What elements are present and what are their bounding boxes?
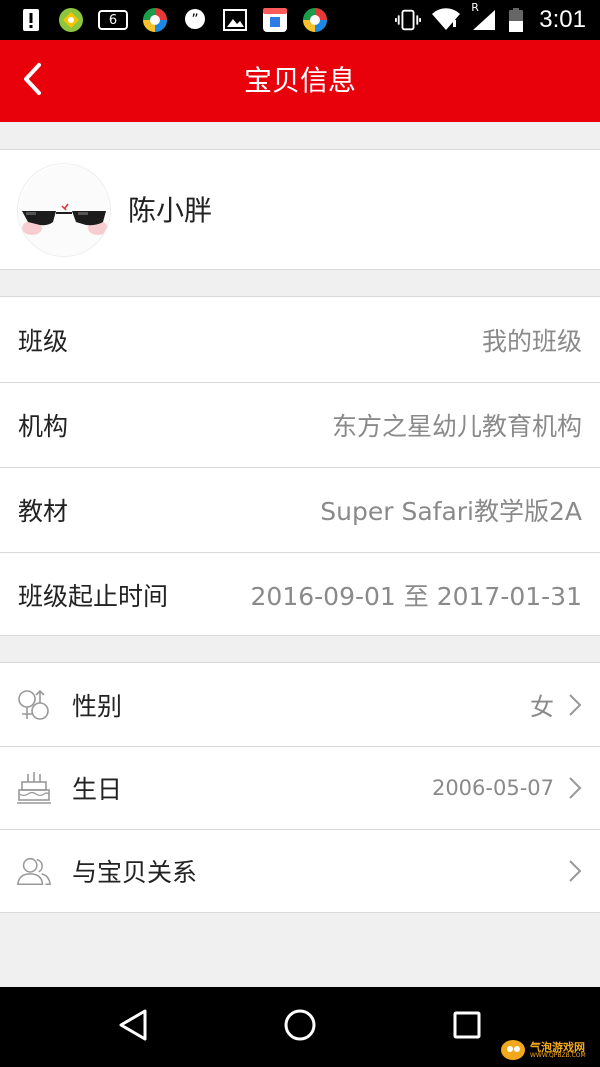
avatar[interactable]: [17, 163, 111, 257]
wifi-icon: [431, 7, 461, 33]
birthday-row[interactable]: 生日 2006-05-07: [0, 746, 600, 829]
profile-card: 陈小胖: [0, 149, 600, 270]
nav-recents-button[interactable]: [445, 1005, 489, 1049]
baby-name: 陈小胖: [128, 194, 213, 227]
info-label: 班级起止时间: [18, 582, 169, 611]
info-row-textbook: 教材 Super Safari教学版2A: [0, 467, 600, 552]
chevron-right-icon: [568, 693, 582, 717]
gender-label: 性别: [72, 691, 123, 721]
info-value: 2016-09-01 至 2017-01-31: [250, 582, 582, 611]
gender-icon: [16, 687, 52, 723]
class-info-section: 班级 我的班级 机构 东方之星幼儿教育机构 教材 Super Safari教学版…: [0, 296, 600, 636]
svg-text:”: ”: [191, 12, 198, 28]
app-icon-green: [58, 7, 84, 33]
status-bar: 6 ” R 3:01: [0, 0, 600, 40]
status-time: 3:01: [539, 6, 586, 33]
info-label: 教材: [18, 497, 69, 526]
app-icon-store: [262, 7, 288, 33]
recents-square-icon: [452, 1010, 482, 1044]
chevron-right-icon: [568, 776, 582, 800]
info-label: 机构: [18, 412, 69, 441]
info-row-class: 班级 我的班级: [0, 297, 600, 382]
vibrate-icon: [395, 7, 422, 33]
chevron-right-icon: [568, 859, 582, 883]
watermark-text: 气泡游戏网: [530, 1040, 585, 1054]
info-label: 班级: [18, 326, 69, 356]
info-value: 东方之星幼儿教育机构: [331, 412, 582, 441]
watermark: 气泡游戏网 WWW.QPBZB.COM: [500, 1035, 596, 1065]
notification-badge-count: 6: [108, 12, 118, 28]
info-value: 我的班级: [481, 326, 582, 356]
birthday-value: 2006-05-07: [431, 776, 554, 800]
battery-icon: [507, 7, 525, 33]
nav-back-button[interactable]: [111, 1005, 155, 1049]
info-row-class-period: 班级起止时间 2016-09-01 至 2017-01-31: [0, 552, 600, 637]
signal-icon: R: [471, 1, 497, 33]
gender-row[interactable]: 性别 女: [0, 663, 600, 746]
info-value: Super Safari教学版2A: [320, 497, 582, 526]
gender-value: 女: [530, 693, 554, 721]
app-icon-color-2: [302, 7, 328, 33]
chat-icon: ”: [182, 7, 208, 33]
back-triangle-icon: [118, 1008, 148, 1046]
system-nav-bar: 气泡游戏网 WWW.QPBZB.COM: [0, 987, 600, 1067]
watermark-logo-icon: [501, 1040, 525, 1060]
birthday-cake-icon: [16, 770, 52, 806]
image-icon: [222, 7, 248, 33]
status-bar-system: R 3:01: [395, 1, 600, 34]
relationship-row[interactable]: 与宝贝关系: [0, 829, 600, 912]
badge-6-icon: 6: [98, 7, 128, 33]
info-row-institution: 机构 东方之星幼儿教育机构: [0, 382, 600, 467]
app-icon-color: [142, 7, 168, 33]
people-icon: [16, 853, 52, 889]
alert-icon: [18, 7, 44, 33]
baby-details-section: 性别 女 生日 2006-05-07 与宝贝关系: [0, 662, 600, 913]
relationship-label: 与宝贝关系: [72, 858, 198, 887]
avatar-sunglasses-face-icon: [19, 165, 110, 256]
app-header: 宝贝信息: [0, 40, 600, 122]
nav-home-button[interactable]: [278, 1005, 322, 1049]
chevron-left-icon: [21, 62, 43, 100]
home-circle-icon: [283, 1008, 317, 1046]
page-title: 宝贝信息: [243, 64, 356, 97]
status-bar-notifications: 6 ”: [0, 7, 328, 33]
watermark-subtext: WWW.QPBZB.COM: [530, 1051, 586, 1059]
birthday-label: 生日: [72, 775, 123, 804]
roaming-indicator: R: [471, 1, 479, 14]
back-button[interactable]: [8, 54, 56, 108]
